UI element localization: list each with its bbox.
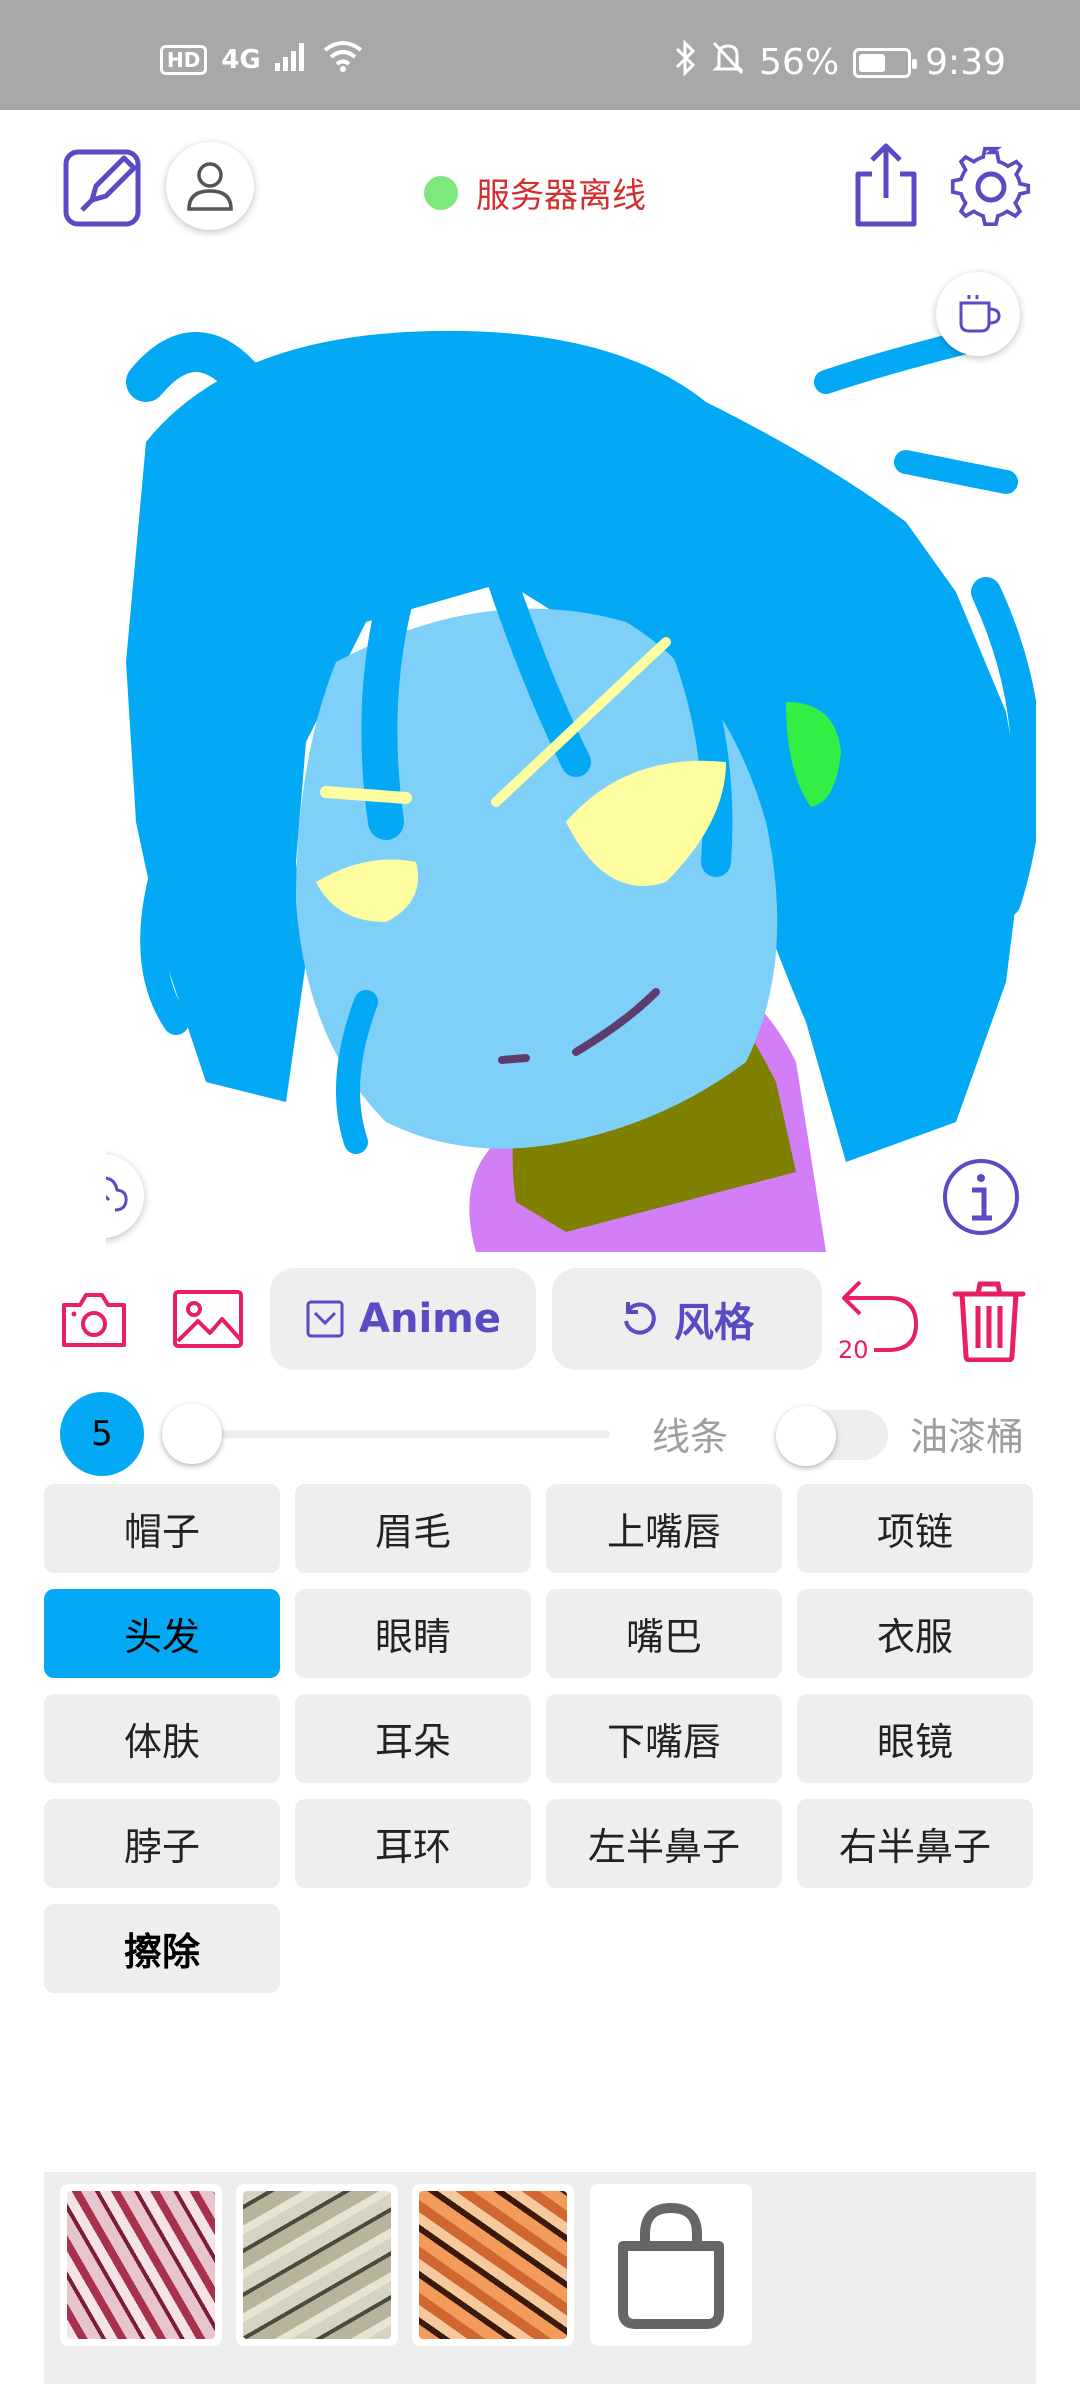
share-icon[interactable] [848, 140, 924, 230]
part-chip[interactable]: 下嘴唇 [546, 1694, 782, 1783]
server-status-label: 服务器离线 [476, 176, 646, 216]
brush-row: 5 线条 油漆桶 [0, 1388, 1080, 1476]
part-chip[interactable]: 脖子 [44, 1799, 280, 1888]
server-status: 服务器离线 [424, 168, 646, 217]
shopping-bag-icon [618, 2202, 724, 2329]
info-icon[interactable] [940, 1156, 1022, 1238]
part-chip[interactable]: 左半鼻子 [546, 1799, 782, 1888]
fill-toggle-knob[interactable] [776, 1406, 836, 1466]
clock: 9:39 [925, 42, 1006, 83]
edit-icon[interactable] [62, 144, 146, 228]
part-chip[interactable]: 眼镜 [797, 1694, 1033, 1783]
drawing [126, 330, 1036, 1252]
part-chip[interactable]: 嘴巴 [546, 1589, 782, 1678]
style-label: 风格 [674, 1300, 754, 1346]
undo-count: 20 [838, 1336, 869, 1364]
settings-gear-icon[interactable] [950, 146, 1032, 228]
part-chip[interactable]: 体肤 [44, 1694, 280, 1783]
hd-badge: HD [160, 44, 208, 75]
brush-size-badge: 5 [60, 1392, 144, 1476]
mute-icon [711, 40, 745, 85]
texture-orange-marble[interactable] [412, 2184, 574, 2346]
signal-icon [274, 41, 309, 78]
part-chip[interactable]: 耳朵 [295, 1694, 531, 1783]
model-button[interactable]: Anime [270, 1268, 536, 1370]
part-chip[interactable]: 头发 [44, 1589, 280, 1678]
texture-gray-marble[interactable] [236, 2184, 398, 2346]
mail-icon [306, 1300, 344, 1338]
texture-strip [44, 2172, 1036, 2384]
part-chip[interactable]: 衣服 [797, 1589, 1033, 1678]
refresh-icon [624, 1302, 656, 1335]
trash-icon[interactable] [950, 1276, 1028, 1366]
top-bar: 服务器离线 [0, 110, 1080, 260]
texture-locked[interactable] [590, 2184, 752, 2346]
bluetooth-icon [673, 39, 697, 85]
status-bar: HD 4G 56% 9:39 [0, 0, 1080, 110]
brush-size-track[interactable] [190, 1430, 610, 1438]
camera-icon[interactable] [60, 1290, 128, 1350]
part-chip[interactable]: 眉毛 [295, 1484, 531, 1573]
user-icon[interactable] [166, 142, 254, 230]
undo-icon[interactable]: 20 [838, 1274, 922, 1370]
battery-icon [853, 47, 918, 78]
part-chip[interactable]: 右半鼻子 [797, 1799, 1033, 1888]
part-chip[interactable]: 帽子 [44, 1484, 280, 1573]
part-chip[interactable]: 上嘴唇 [546, 1484, 782, 1573]
part-chip[interactable]: 耳环 [295, 1799, 531, 1888]
battery-percent: 56% [759, 42, 840, 83]
line-mode-label: 线条 [652, 1415, 729, 1459]
model-label: Anime [359, 1296, 501, 1342]
coffee-icon[interactable] [936, 272, 1020, 356]
brush-size-slider[interactable] [162, 1404, 222, 1464]
part-chip[interactable]: 项链 [797, 1484, 1033, 1573]
network-label: 4G [221, 44, 261, 75]
status-dot [424, 175, 458, 210]
texture-crimson-marble[interactable] [60, 2184, 222, 2346]
drawing-canvas[interactable] [106, 262, 1036, 1252]
part-chip[interactable]: 擦除 [44, 1904, 280, 1993]
part-chip[interactable]: 眼睛 [295, 1589, 531, 1678]
image-icon[interactable] [172, 1288, 244, 1350]
wifi-icon [323, 40, 363, 79]
bucket-mode-label: 油漆桶 [910, 1415, 1025, 1459]
style-button[interactable]: 风格 [552, 1268, 822, 1370]
part-grid: 帽子 眉毛 上嘴唇 项链头发 眼睛 嘴巴 衣服体肤 耳朵 下嘴唇 眼镜脖子 耳环 左半鼻子 右半鼻子擦除 [44, 1484, 1036, 1993]
tool-row: Anime 风格 20 [0, 1262, 1080, 1372]
